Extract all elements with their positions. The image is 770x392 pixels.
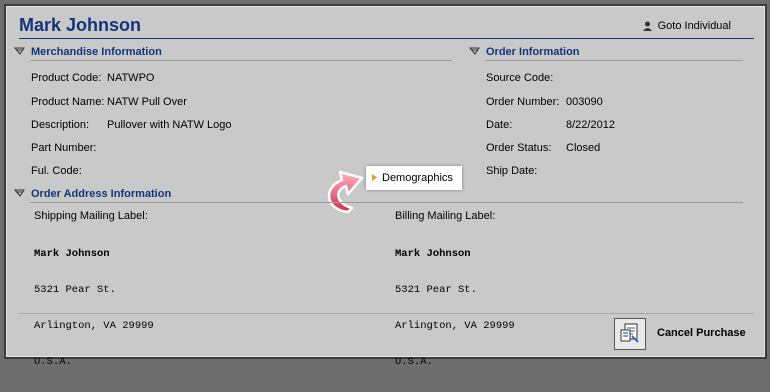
date-value: 8/22/2012 — [566, 119, 615, 131]
order-detail-panel: Mark Johnson Goto Individual Merchandise… — [4, 4, 767, 368]
ful-code-label: Ful. Code: — [31, 165, 82, 177]
address-divider — [30, 202, 743, 203]
cancel-purchase-button[interactable] — [614, 318, 646, 350]
triangle-bullet-icon — [372, 172, 377, 184]
title-divider — [19, 38, 754, 39]
shipping-line2: Arlington, VA 29999 — [34, 320, 154, 332]
address-section-header[interactable]: Order Address Information — [13, 188, 172, 200]
shipping-address-block: Mark Johnson 5321 Pear St. Arlington, VA… — [34, 224, 154, 392]
ship-date-label: Ship Date: — [486, 165, 538, 177]
product-code-label: Product Code: — [31, 72, 102, 84]
collapse-icon — [13, 46, 25, 58]
cancel-purchase-label[interactable]: Cancel Purchase — [657, 327, 746, 339]
product-name-label: Product Name: — [31, 96, 105, 108]
goto-individual-link[interactable]: Goto Individual — [642, 20, 731, 32]
shipping-label-heading: Shipping Mailing Label: — [34, 210, 148, 222]
order-section-header[interactable]: Order Information — [468, 46, 580, 58]
order-number-label: Order Number: — [486, 96, 560, 108]
document-icon — [619, 322, 641, 347]
collapse-icon — [468, 46, 480, 58]
curved-arrow-icon — [318, 164, 370, 223]
collapse-icon — [13, 188, 25, 200]
shipping-name: Mark Johnson — [34, 248, 110, 260]
part-number-label: Part Number: — [31, 142, 97, 154]
billing-line3: U.S.A. — [395, 356, 433, 368]
footer-divider — [19, 313, 754, 314]
goto-individual-label: Goto Individual — [657, 20, 731, 32]
description-label: Description: — [31, 119, 90, 131]
product-code-value: NATWPO — [107, 72, 155, 84]
product-name-value: NATW Pull Over — [107, 96, 187, 108]
order-heading: Order Information — [486, 46, 580, 58]
merchandise-divider — [30, 60, 452, 61]
shipping-line1: 5321 Pear St. — [34, 284, 116, 296]
order-divider — [485, 60, 743, 61]
shipping-line3: U.S.A. — [34, 356, 72, 368]
order-status-label: Order Status: — [486, 142, 552, 154]
person-icon — [642, 21, 652, 31]
address-heading: Order Address Information — [31, 188, 172, 200]
billing-line2: Arlington, VA 29999 — [395, 320, 515, 332]
demographics-label: Demographics — [382, 172, 453, 184]
demographics-link[interactable]: Demographics — [366, 166, 462, 190]
date-label: Date: — [486, 119, 513, 131]
billing-name: Mark Johnson — [395, 248, 471, 260]
billing-line1: 5321 Pear St. — [395, 284, 477, 296]
merchandise-heading: Merchandise Information — [31, 46, 162, 58]
billing-address-block: Mark Johnson 5321 Pear St. Arlington, VA… — [395, 224, 515, 392]
order-status-value: Closed — [566, 142, 601, 154]
order-number-value: 003090 — [566, 96, 603, 108]
description-value: Pullover with NATW Logo — [107, 119, 232, 131]
merchandise-section-header[interactable]: Merchandise Information — [13, 46, 162, 58]
source-code-label: Source Code: — [486, 72, 554, 84]
page-title: Mark Johnson — [19, 15, 142, 35]
billing-label-heading: Billing Mailing Label: — [395, 210, 496, 222]
